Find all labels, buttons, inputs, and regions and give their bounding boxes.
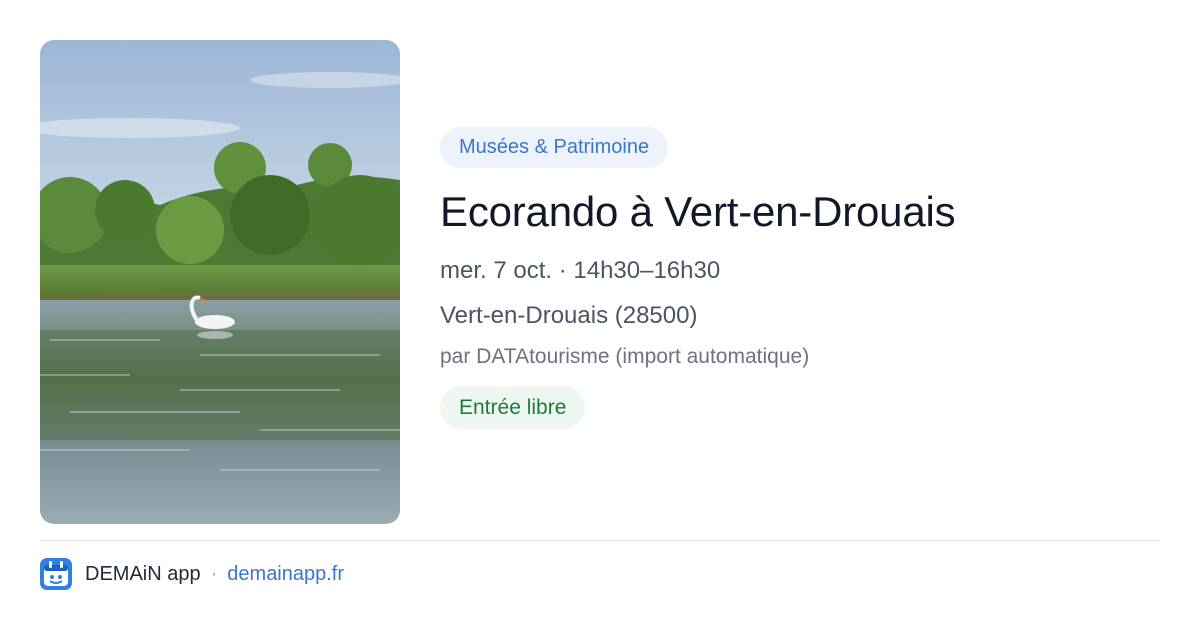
event-details: Musées & Patrimoine Ecorando à Vert-en-D… [440,127,1160,429]
event-location: Vert-en-Drouais (28500) [440,302,698,329]
footer-separator: · [210,562,218,585]
event-title: Ecorando à Vert-en-Drouais [440,188,956,235]
footer-divider [40,540,1160,541]
event-datetime: mer. 7 oct. · 14h30–16h30 [440,257,721,284]
site-link[interactable]: demainapp.fr [227,563,344,586]
price-badge: Entrée libre [440,386,586,429]
share-card: Musées & Patrimoine Ecorando à Vert-en-D… [0,0,1200,630]
demain-app-icon [40,558,72,590]
event-organizer: par DATAtourisme (import automatique) [440,345,810,368]
app-brand-name: DEMAiN app [85,562,201,585]
footer: DEMAiN app · demainapp.fr [40,558,344,590]
event-photo [40,40,400,524]
category-badge[interactable]: Musées & Patrimoine [440,127,669,168]
